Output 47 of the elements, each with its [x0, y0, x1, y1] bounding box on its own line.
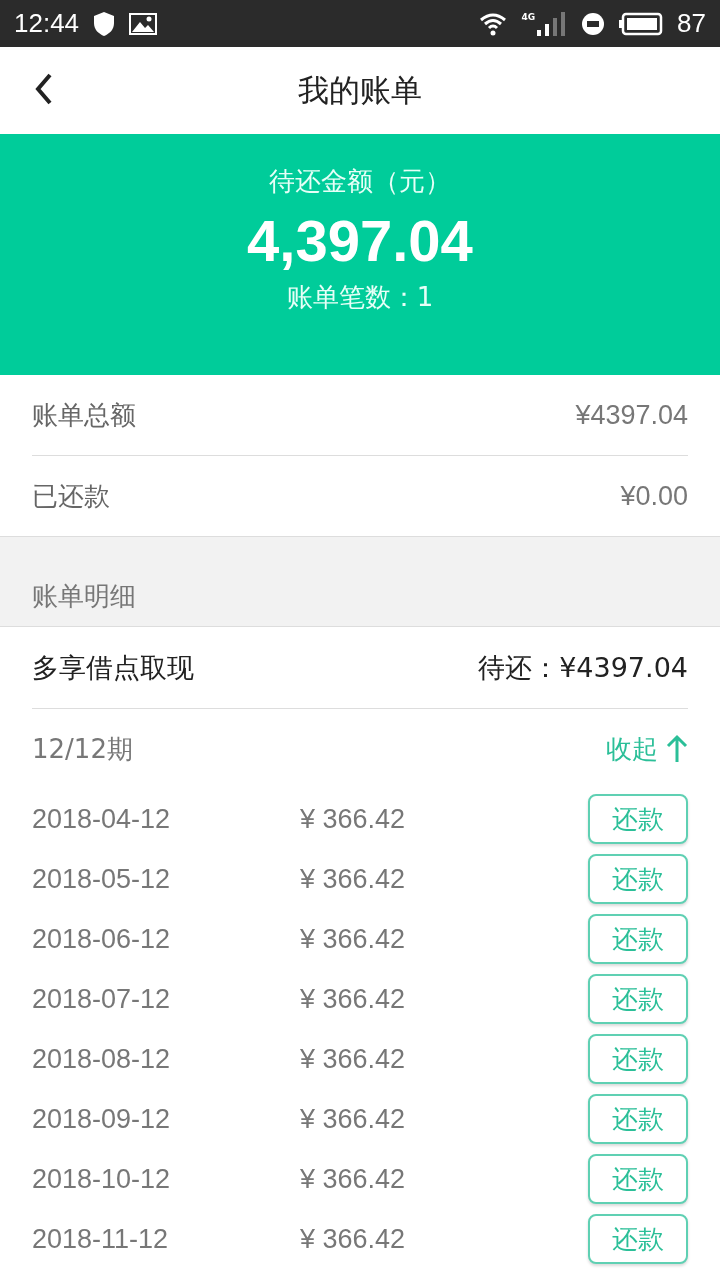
- battery-icon: [619, 11, 664, 36]
- section-title: 账单明细: [32, 580, 136, 613]
- due-date: 2018-06-12: [32, 923, 172, 955]
- repay-button[interactable]: 还款: [588, 1094, 688, 1144]
- repay-button[interactable]: 还款: [588, 1034, 688, 1084]
- installment-amount: ¥ 366.42: [300, 1043, 407, 1075]
- installment-amount: ¥ 366.42: [300, 1163, 407, 1195]
- due-date: 2018-10-12: [32, 1163, 172, 1195]
- shield-icon: [93, 10, 116, 37]
- signal-icon: [537, 11, 568, 36]
- repay-button[interactable]: 还款: [588, 914, 688, 964]
- repay-button[interactable]: 还款: [588, 1214, 688, 1264]
- total-label: 账单总额: [32, 398, 136, 432]
- page-title: 我的账单: [298, 70, 422, 110]
- image-icon: [129, 12, 158, 35]
- installment-amount: ¥ 366.42: [300, 863, 407, 895]
- status-time: 12:44: [14, 8, 80, 39]
- period-label: 12/12期: [32, 732, 133, 766]
- pending-amount: 4,397.04: [247, 207, 473, 274]
- repay-button[interactable]: 还款: [588, 974, 688, 1024]
- hd-icon: [581, 11, 606, 36]
- bill-count: 账单笔数：1: [286, 281, 434, 314]
- network-label: 4G: [521, 11, 536, 22]
- due-date: 2018-05-12: [32, 863, 172, 895]
- loan-name: 多享借点取现: [32, 650, 194, 685]
- wifi-icon: [479, 11, 508, 36]
- due-date: 2018-07-12: [32, 983, 172, 1015]
- arrow-icon: [666, 734, 688, 764]
- pending-label: 待还金额（元）: [269, 165, 451, 198]
- due-date: 2018-04-12: [32, 803, 172, 835]
- due-date: 2018-11-12: [32, 1223, 170, 1255]
- repay-button[interactable]: 还款: [588, 854, 688, 904]
- repay-button[interactable]: 还款: [588, 794, 688, 844]
- total-value: ¥0.00: [620, 480, 688, 512]
- installment-amount: ¥ 366.42: [300, 1223, 407, 1255]
- installment-amount: ¥ 366.42: [300, 803, 407, 835]
- repay-button[interactable]: 还款: [588, 1154, 688, 1204]
- collapse-button[interactable]: 收起: [606, 731, 688, 767]
- due-date: 2018-08-12: [32, 1043, 172, 1075]
- due-date: 2018-09-12: [32, 1103, 172, 1135]
- installment-amount: ¥ 366.42: [300, 923, 407, 955]
- loan-pending: 待还：¥4397.04: [478, 650, 688, 685]
- installment-amount: ¥ 366.42: [300, 1103, 407, 1135]
- total-value: ¥4397.04: [575, 399, 688, 431]
- installment-amount: ¥ 366.42: [300, 983, 407, 1015]
- total-label: 已还款: [32, 479, 110, 513]
- battery-level: 87: [677, 8, 706, 39]
